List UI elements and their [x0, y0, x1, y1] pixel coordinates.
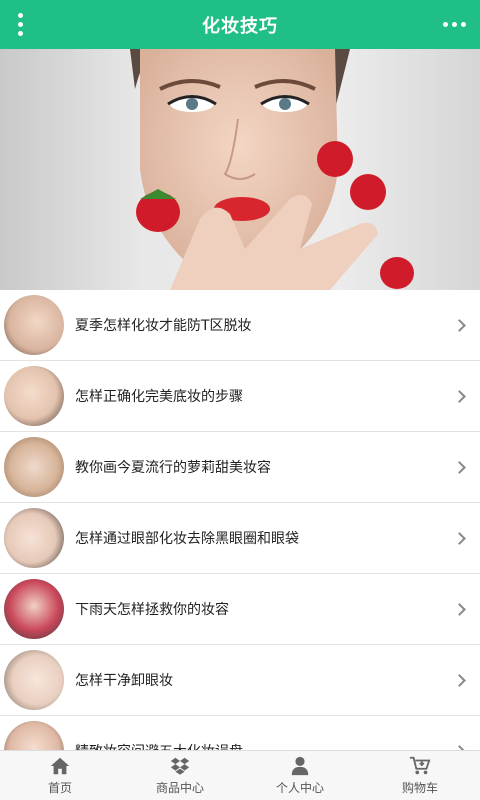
page-title: 化妆技巧	[202, 15, 278, 37]
cart-icon	[409, 756, 431, 775]
article-title: 怎样干净卸眼妆	[75, 673, 173, 689]
tab-profile[interactable]: 个人中心	[240, 751, 360, 800]
chevron-right-icon	[453, 460, 466, 474]
home-icon	[50, 757, 70, 775]
app-header: 化妆技巧	[0, 0, 480, 49]
tab-label: 首页	[47, 781, 72, 795]
list-item[interactable]: 怎样干净卸眼妆	[0, 645, 480, 716]
article-title: 夏季怎样化妆才能防T区脱妆	[75, 318, 252, 334]
chevron-right-icon	[453, 318, 466, 332]
chevron-right-icon	[453, 673, 466, 687]
tab-products[interactable]: 商品中心	[120, 751, 240, 800]
list-item[interactable]: 夏季怎样化妆才能防T区脱妆	[0, 290, 480, 361]
woman-with-strawberries-photo	[130, 49, 414, 290]
eye-makeup-thumbnail	[4, 508, 64, 568]
user-icon	[291, 756, 309, 776]
horizontal-dots-icon	[442, 22, 466, 27]
list-item[interactable]: 教你画今夏流行的萝莉甜美妆容	[0, 432, 480, 503]
tab-label: 商品中心	[155, 781, 204, 795]
more-button[interactable]	[428, 0, 480, 49]
chevron-right-icon	[453, 531, 466, 545]
list-item[interactable]: 下雨天怎样拯救你的妆容	[0, 574, 480, 645]
foundation-brush-thumbnail	[4, 366, 64, 426]
tab-label: 购物车	[401, 781, 438, 795]
bottom-tab-bar: 首页 商品中心 个人中心 购物车	[0, 750, 480, 800]
dropbox-icon	[170, 757, 190, 775]
chevron-right-icon	[453, 389, 466, 403]
tab-home[interactable]: 首页	[0, 751, 120, 800]
banner-image[interactable]	[0, 49, 480, 290]
chevron-right-icon	[453, 602, 466, 616]
sweet-makeup-thumbnail	[4, 437, 64, 497]
eye-makeup-removal-thumbnail	[4, 650, 64, 710]
tab-label: 个人中心	[275, 781, 324, 795]
article-title: 怎样通过眼部化妆去除黑眼圈和眼袋	[75, 531, 299, 547]
face-makeup-thumbnail	[4, 295, 64, 355]
article-list: 夏季怎样化妆才能防T区脱妆 怎样正确化完美底妆的步骤 教你画今夏流行的萝莉甜美妆…	[0, 290, 480, 787]
article-title: 教你画今夏流行的萝莉甜美妆容	[75, 460, 271, 476]
menu-button[interactable]	[0, 0, 40, 49]
rainy-day-makeup-thumbnail	[4, 579, 64, 639]
list-item[interactable]: 怎样通过眼部化妆去除黑眼圈和眼袋	[0, 503, 480, 574]
tab-cart[interactable]: 购物车	[360, 751, 480, 800]
article-title: 怎样正确化完美底妆的步骤	[75, 389, 243, 405]
vertical-dots-icon	[17, 13, 23, 36]
article-title: 下雨天怎样拯救你的妆容	[75, 602, 229, 618]
list-item[interactable]: 怎样正确化完美底妆的步骤	[0, 361, 480, 432]
